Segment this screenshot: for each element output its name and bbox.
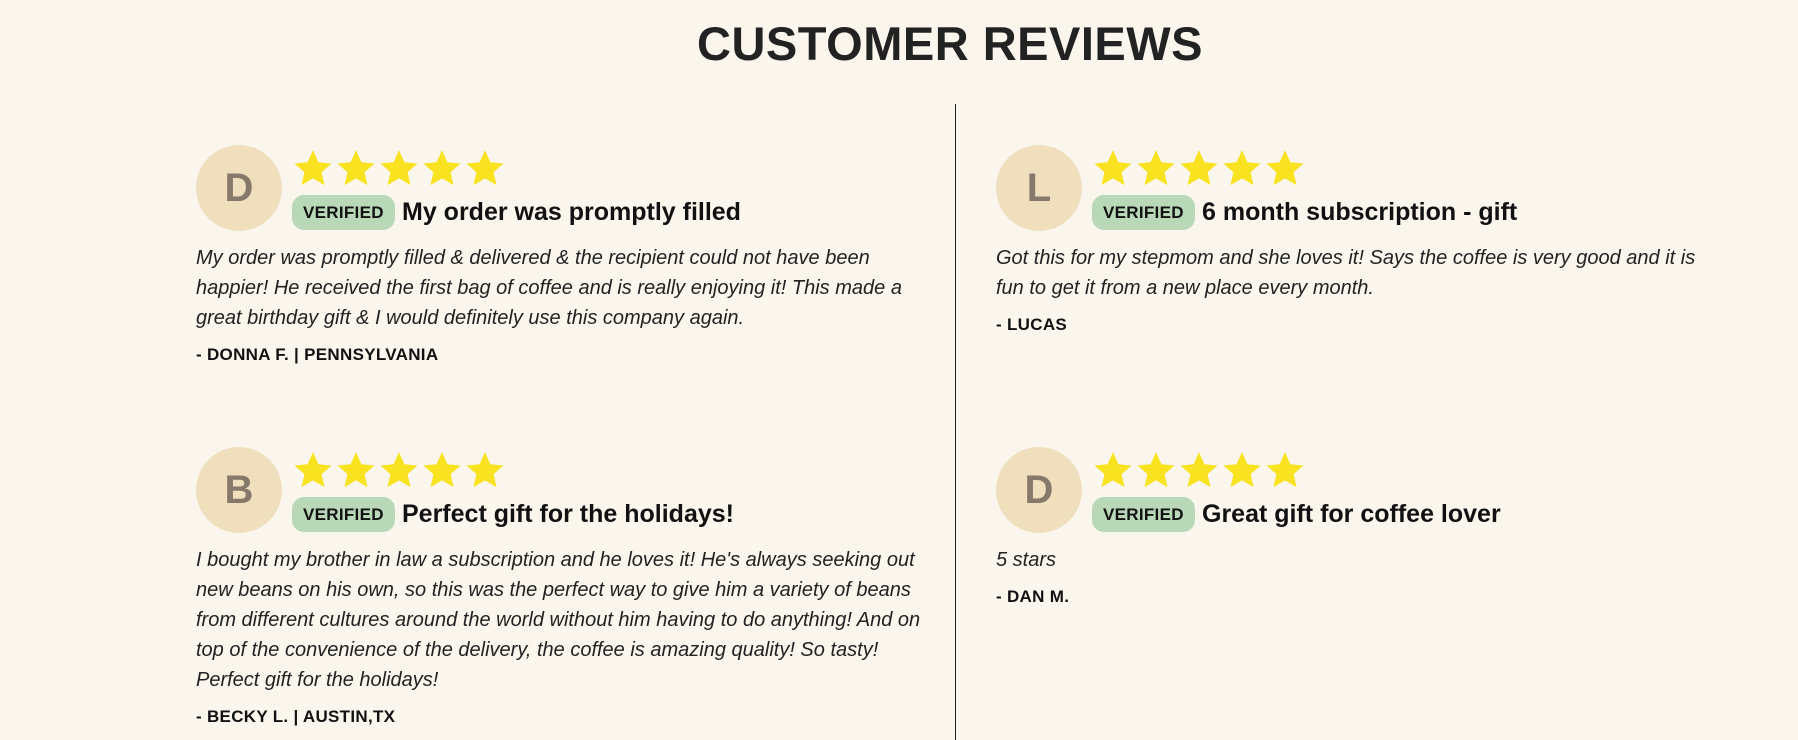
avatar: L [996,145,1082,231]
star-icon [1264,447,1307,493]
star-icon [335,145,378,191]
review-card: L VERIFIED 6 month subscription - gift G… [996,145,1706,339]
review-author: - LUCAS [996,315,1068,334]
review-header: D VERIFIED My order was promptly filled [196,145,931,233]
star-icon [1221,145,1264,191]
star-rating [1092,447,1307,495]
avatar: B [196,447,282,533]
star-icon [421,145,464,191]
review-body: Got this for my stepmom and she loves it… [996,247,1696,299]
review-body: 5 stars [996,549,1057,571]
review-title: 6 month subscription - gift [1202,198,1518,226]
review-header: D VERIFIED Great gift for coffee lover [996,447,1706,535]
star-icon [464,447,507,493]
star-icon [421,447,464,493]
star-rating [292,145,507,193]
avatar: D [996,447,1082,533]
star-icon [292,145,335,191]
star-rating [1092,145,1307,193]
star-icon [1135,145,1178,191]
section-heading: CUSTOMER REVIEWS [697,17,1203,70]
review-card: B VERIFIED Perfect gift for the holidays… [196,447,931,731]
review-author: - BECKY L. | AUSTIN,TX [196,707,396,726]
verified-badge: VERIFIED [292,195,395,230]
review-card: D VERIFIED Great gift for coffee lover 5… [996,447,1706,611]
column-divider [955,104,956,740]
star-icon [335,447,378,493]
star-icon [1264,145,1307,191]
star-icon [1135,447,1178,493]
review-title: My order was promptly filled [402,198,741,226]
review-title: Perfect gift for the holidays! [402,500,734,528]
star-rating [292,447,507,495]
review-body: I bought my brother in law a subscriptio… [196,549,921,691]
avatar: D [196,145,282,231]
star-icon [464,145,507,191]
review-author: - DAN M. [996,587,1070,606]
review-author: - DONNA F. | PENNSYLVANIA [196,345,439,364]
star-icon [378,447,421,493]
verified-badge: VERIFIED [1092,497,1195,532]
star-icon [1092,447,1135,493]
star-icon [1178,447,1221,493]
review-header: L VERIFIED 6 month subscription - gift [996,145,1706,233]
star-icon [1178,145,1221,191]
review-title: Great gift for coffee lover [1202,500,1501,528]
review-card: D VERIFIED My order was promptly filled … [196,145,931,369]
verified-badge: VERIFIED [1092,195,1195,230]
star-icon [1221,447,1264,493]
star-icon [1092,145,1135,191]
reviews-page: CUSTOMER REVIEWS D VERIFIED My order was… [0,0,1798,740]
review-body: My order was promptly filled & delivered… [196,247,902,329]
verified-badge: VERIFIED [292,497,395,532]
star-icon [292,447,335,493]
star-icon [378,145,421,191]
review-header: B VERIFIED Perfect gift for the holidays… [196,447,931,535]
